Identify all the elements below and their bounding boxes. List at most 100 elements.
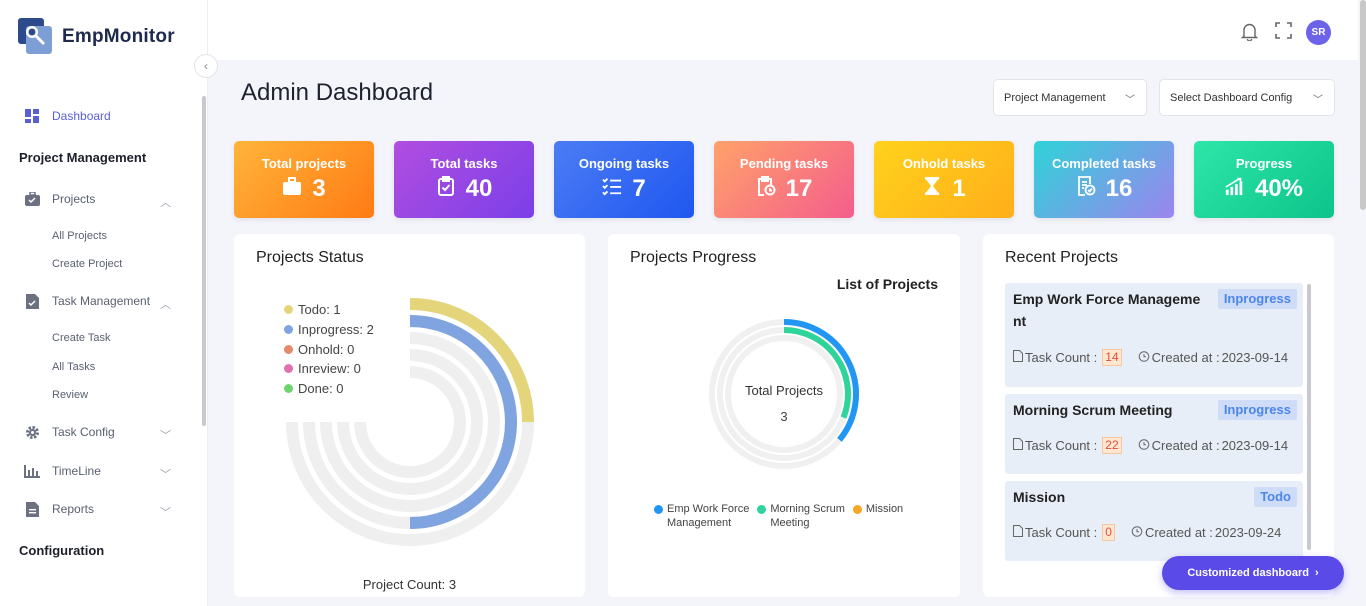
- sidebar-subitem-create-task[interactable]: Create Task: [52, 332, 111, 344]
- task-count-label: Task Count :: [1025, 438, 1098, 453]
- stat-value: 1: [952, 175, 966, 202]
- legend-item[interactable]: Done: 0: [284, 379, 374, 399]
- legend-label: Done: 0: [298, 381, 344, 397]
- stat-value-row: 17: [714, 175, 854, 203]
- status-badge: Inprogress: [1217, 400, 1297, 420]
- stat-value-row: 40%: [1194, 175, 1334, 203]
- legend-label: Onhold: 0: [298, 341, 355, 357]
- sidebar-subitem-all-projects[interactable]: All Projects: [52, 230, 107, 242]
- avatar[interactable]: SR: [1306, 20, 1331, 45]
- stat-card-total-projects[interactable]: Total projects 3: [234, 141, 374, 218]
- created-at-label: Created at :: [1151, 350, 1220, 365]
- task-count-label: Task Count :: [1025, 350, 1098, 365]
- legend-item[interactable]: Inreview: 0: [284, 359, 374, 379]
- sidebar-item-task-management[interactable]: Task Management: [24, 293, 150, 309]
- legend-item[interactable]: Mission: [852, 502, 903, 530]
- sidebar-scrollbar[interactable]: [202, 96, 206, 426]
- legend-label-line: Morning Scrum: [770, 503, 845, 515]
- sidebar-item-projects[interactable]: Projects: [24, 191, 95, 207]
- legend-item[interactable]: Onhold: 0: [284, 339, 374, 359]
- legend-label-line: Management: [667, 517, 732, 529]
- stat-value-row: 40: [394, 175, 534, 203]
- legend-label: Inprogress: 2: [298, 322, 374, 338]
- stat-card-progress[interactable]: Progress 40%: [1194, 141, 1334, 218]
- legend-dot: [654, 505, 663, 514]
- sidebar-item-label: Reports: [52, 502, 95, 516]
- recent-projects-scrollbar[interactable]: [1307, 284, 1311, 550]
- chevron-up-icon[interactable]: ︿: [160, 194, 172, 209]
- sidebar-item-dashboard[interactable]: Dashboard: [24, 108, 111, 124]
- legend-label-line: Meeting: [770, 517, 810, 529]
- stat-card-onhold-tasks[interactable]: Onhold tasks 1: [874, 141, 1014, 218]
- sidebar-item-task-config[interactable]: Task Config: [24, 424, 115, 440]
- recent-projects-panel: Recent Projects Emp Work Force Manageme n…: [983, 234, 1334, 597]
- recent-project-item[interactable]: Mission Todo Task Count : 0 Created at :2023…: [1005, 481, 1303, 561]
- legend-label: Inreview: 0: [298, 361, 361, 377]
- stat-label: Total tasks: [430, 156, 498, 171]
- clock-icon: [1131, 525, 1143, 540]
- legend-dot: [284, 384, 293, 394]
- radial-track: [354, 366, 466, 478]
- sidebar-collapse-button[interactable]: ‹: [194, 54, 218, 78]
- sidebar-item-label: Task Config: [52, 425, 115, 439]
- center-label: Total Projects: [744, 383, 824, 398]
- project-name: Morning Scrum Meeting: [1013, 399, 1172, 421]
- app-logo[interactable]: EmpMonitor: [18, 18, 175, 56]
- cta-label: Customized dashboard: [1187, 567, 1309, 579]
- legend-label: Mission: [866, 502, 903, 516]
- stat-card-pending-tasks[interactable]: Pending tasks 17: [714, 141, 854, 218]
- stat-value: 16: [1105, 175, 1133, 202]
- fullscreen-icon[interactable]: [1275, 22, 1292, 44]
- sidebar-item-timeline[interactable]: TimeLine: [24, 463, 101, 479]
- file-icon: [1013, 438, 1023, 453]
- chevron-down-icon[interactable]: ﹀: [160, 466, 172, 481]
- recent-project-item[interactable]: Emp Work Force Manageme nt Inprogress Task …: [1005, 283, 1303, 387]
- status-badge: Inprogress: [1217, 289, 1297, 309]
- projects-progress-panel: Projects Progress List of Projects Total…: [608, 234, 960, 597]
- project-name: Mission: [1013, 486, 1065, 508]
- sidebar-item-label: Dashboard: [52, 109, 111, 123]
- legend-label: Morning Scrum Meeting: [770, 502, 845, 530]
- sidebar-subitem-create-project[interactable]: Create Project: [52, 258, 122, 270]
- document-check-icon: [1076, 175, 1096, 203]
- page-scrollbar[interactable]: [1360, 0, 1366, 210]
- sidebar-subitem-review[interactable]: Review: [52, 389, 88, 401]
- status-badge: Todo: [1254, 487, 1297, 507]
- app-name: EmpMonitor: [62, 26, 175, 47]
- stat-card-ongoing-tasks[interactable]: Ongoing tasks 7: [554, 141, 694, 218]
- legend-item[interactable]: Emp Work Force Management: [654, 502, 749, 530]
- top-bar: [208, 0, 1358, 60]
- legend-label: Emp Work Force Management: [667, 502, 749, 530]
- section-heading-configuration: Configuration: [19, 543, 105, 558]
- chevron-down-icon[interactable]: ﹀: [160, 427, 172, 442]
- stat-label: Pending tasks: [739, 156, 829, 171]
- project-meta: Task Count : 0 Created at :2023-09-24: [1013, 524, 1281, 541]
- stat-card-completed-tasks[interactable]: Completed tasks 16: [1034, 141, 1174, 218]
- briefcase-icon: [282, 175, 302, 203]
- briefcase-icon: [24, 191, 40, 207]
- stat-card-total-tasks[interactable]: Total tasks 40: [394, 141, 534, 218]
- report-icon: [24, 501, 40, 517]
- projects-status-radial-chart: [286, 298, 534, 546]
- chevron-up-icon[interactable]: ︿: [160, 296, 172, 311]
- stat-value: 17: [785, 175, 813, 202]
- module-select[interactable]: Project Management ﹀: [993, 79, 1147, 116]
- recent-project-item[interactable]: Morning Scrum Meeting Inprogress Task Coun…: [1005, 394, 1303, 474]
- project-name-line: Morning Scrum Meeting: [1013, 402, 1173, 418]
- sidebar-item-reports[interactable]: Reports: [24, 501, 94, 517]
- legend-item[interactable]: Todo: 1: [284, 300, 374, 320]
- sidebar-subitem-all-tasks[interactable]: All Tasks: [52, 361, 95, 373]
- clipboard-clock-icon: [756, 175, 776, 203]
- growth-chart-icon: [1225, 175, 1245, 203]
- chevron-down-icon[interactable]: ﹀: [160, 504, 172, 519]
- created-at-value: 2023-09-24: [1214, 525, 1282, 540]
- legend-item[interactable]: Morning Scrum Meeting: [757, 502, 845, 530]
- bell-icon[interactable]: [1240, 22, 1259, 46]
- customized-dashboard-button[interactable]: Customized dashboard ›: [1162, 556, 1344, 590]
- legend-dot: [284, 364, 293, 374]
- dashboard-config-select[interactable]: Select Dashboard Config ﹀: [1159, 79, 1335, 116]
- chevron-right-icon: ›: [1314, 567, 1319, 579]
- legend-item[interactable]: Inprogress: 2: [284, 320, 374, 340]
- stat-value: 40: [465, 175, 493, 202]
- project-name-line: Emp Work Force Manageme: [1013, 291, 1201, 307]
